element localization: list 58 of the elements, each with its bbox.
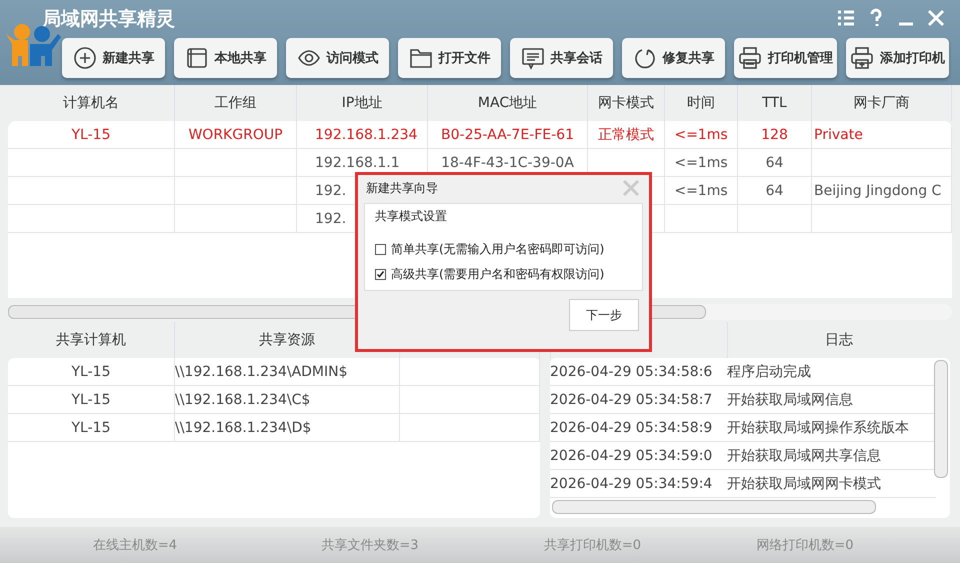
- toolbar-button[interactable]: 共享会话: [510, 38, 613, 78]
- log-time: 2026-04-29 05:34:59:4: [550, 476, 714, 492]
- message-icon: [520, 46, 544, 70]
- toolbar-button[interactable]: 添加打印机: [846, 38, 949, 78]
- log-time: 2026-04-29 05:34:58:6: [550, 364, 714, 380]
- table-cell: 128: [738, 121, 812, 149]
- checkbox-option[interactable]: 简单共享(无需输入用户名密码即可访问): [375, 237, 632, 262]
- vertical-scrollbar[interactable]: [934, 360, 948, 478]
- table-cell: \\192.168.1.234\ADMIN$: [175, 358, 400, 386]
- log-time: 2026-04-29 05:34:59:0: [550, 448, 714, 464]
- table-cell: WORKGROUP: [175, 121, 297, 149]
- status-text: 共享打印机数=0: [542, 537, 642, 554]
- option-label: 简单共享(无需输入用户名密码即可访问): [391, 241, 604, 258]
- table-cell: YL-15: [8, 358, 175, 386]
- toolbar-button[interactable]: 修复共享: [622, 38, 725, 78]
- toolbar-button[interactable]: 打印机管理: [734, 38, 837, 78]
- menu-icon[interactable]: [836, 8, 856, 28]
- toolbar-button[interactable]: 本地共享: [174, 38, 277, 78]
- table-cell: B0-25-AA-7E-FE-61: [428, 121, 588, 149]
- table-cell: 192.168.1.234: [297, 121, 428, 149]
- log-message: 开始获取局域网信息: [727, 390, 853, 408]
- checkbox[interactable]: [375, 244, 386, 255]
- checkbox-option[interactable]: 高级共享(需要用户名和密码有权限访问): [375, 262, 632, 287]
- status-text: 共享文件夹数=3: [320, 537, 420, 554]
- table-cell: \\192.168.1.234\C$: [175, 386, 400, 414]
- checkbox[interactable]: [375, 269, 386, 280]
- table-cell: YL-15: [8, 121, 175, 149]
- table-cell: 正常模式: [588, 121, 665, 149]
- printer-add-icon: [850, 46, 874, 70]
- window-title: 局域网共享精灵: [41, 7, 175, 32]
- table-cell: YL-15: [8, 386, 175, 414]
- log-message: 开始获取局域网共享信息: [727, 446, 881, 464]
- printer-icon: [738, 46, 762, 70]
- status-text: 在线主机数=4: [92, 537, 178, 554]
- table-cell: YL-15: [8, 414, 175, 442]
- toolbar-button[interactable]: 访问模式: [286, 38, 389, 78]
- log-message: 开始获取局域网操作系统版本: [727, 418, 909, 436]
- log-message: 开始获取局域网网卡模式: [727, 474, 881, 492]
- folder-icon: [408, 46, 432, 70]
- next-button[interactable]: 下一步: [569, 299, 639, 331]
- table-cell: <=1ms: [665, 177, 738, 205]
- table-cell: <=1ms: [665, 121, 738, 149]
- table-cell: Beijing Jingdong C: [812, 177, 952, 205]
- horizontal-scrollbar[interactable]: [552, 500, 876, 514]
- table-cell: <=1ms: [665, 149, 738, 177]
- log-time: 2026-04-29 05:34:58:9: [550, 420, 714, 436]
- plus-icon: [72, 46, 96, 70]
- log-message: 程序启动完成: [727, 362, 811, 380]
- log-time: 2026-04-29 05:34:58:7: [550, 392, 714, 408]
- table-cell: \\192.168.1.234\D$: [175, 414, 400, 442]
- toolbar-button[interactable]: 打开文件: [398, 38, 501, 78]
- table-cell: 64: [738, 149, 812, 177]
- toolbar-button[interactable]: 新建共享: [62, 38, 165, 78]
- table-cell: Private: [812, 121, 952, 149]
- table-cell: 64: [738, 177, 812, 205]
- option-label: 高级共享(需要用户名和密码有权限访问): [391, 266, 604, 283]
- window-icon: [184, 46, 208, 70]
- status-text: 网络打印机数=0: [755, 537, 855, 554]
